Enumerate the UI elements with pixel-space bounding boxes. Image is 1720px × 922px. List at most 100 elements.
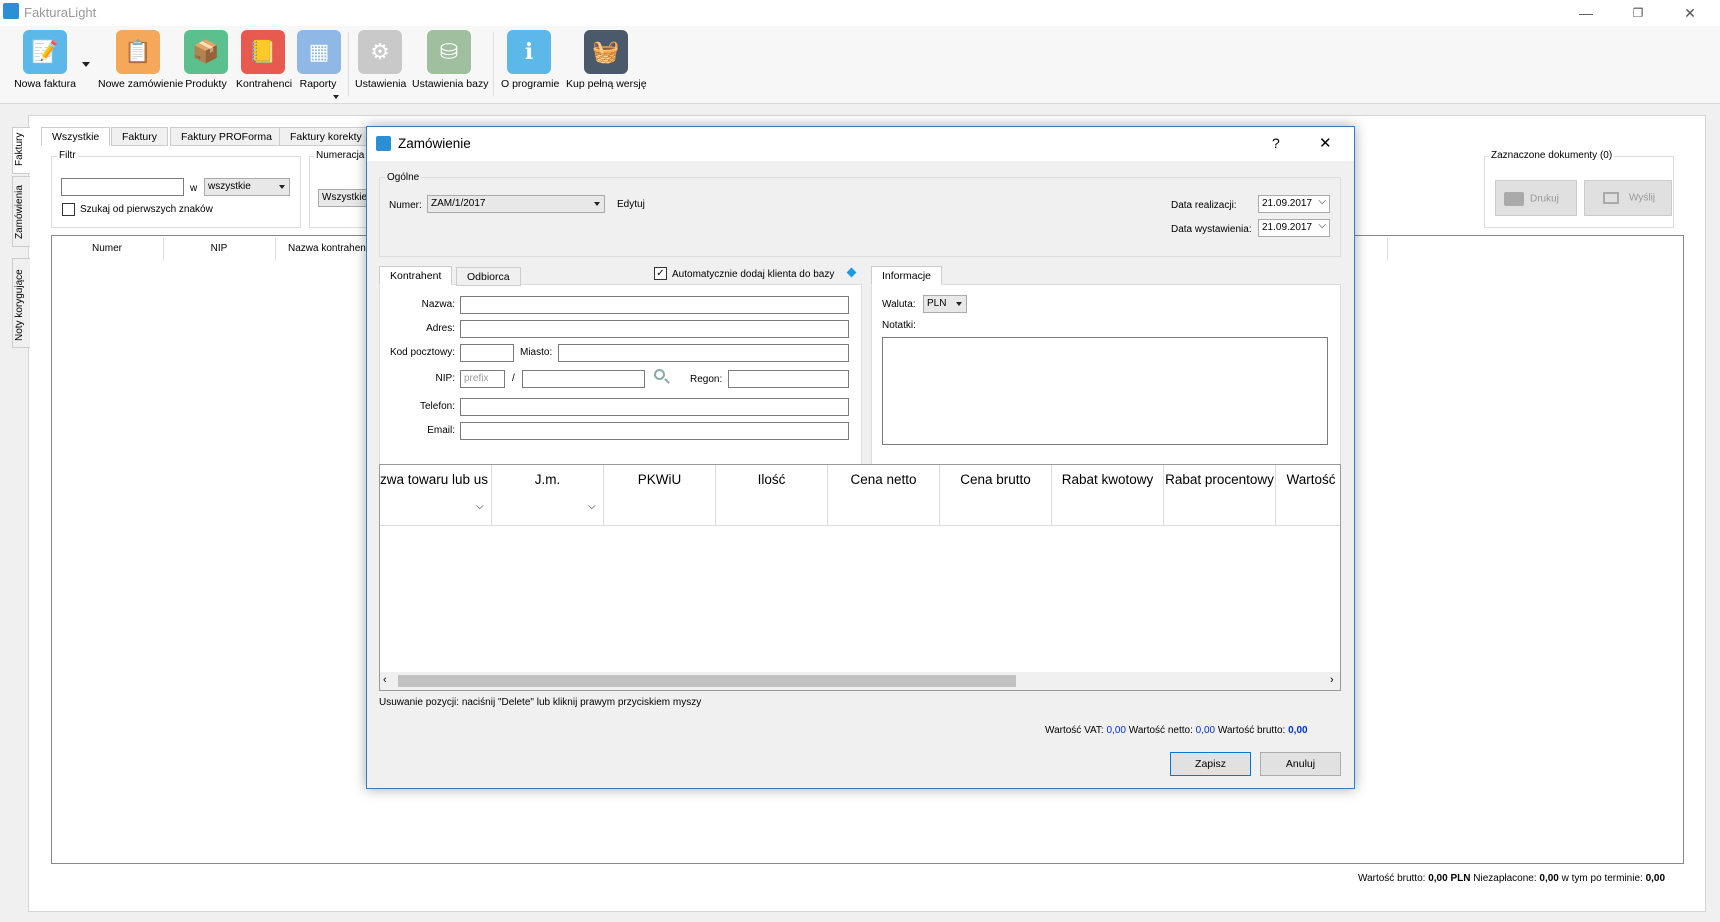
contractors-label: Kontrahenci	[236, 78, 293, 90]
nip-prefix-field[interactable]: prefix	[460, 370, 505, 388]
regon-field[interactable]	[728, 370, 849, 388]
phone-field[interactable]	[460, 398, 849, 416]
title-bar: FakturaLight — ❐ ✕	[0, 0, 1720, 26]
help-button[interactable]: ?	[1272, 135, 1280, 151]
column-header-quantity[interactable]: Ilość	[716, 465, 828, 525]
filter-search-input[interactable]	[61, 178, 184, 196]
prefix-search-label: Szukaj od pierwszych znaków	[80, 204, 213, 215]
db-settings-button[interactable]: ⛁ Ustawienia bazy	[412, 30, 488, 90]
postal-code-field[interactable]	[460, 344, 514, 362]
tab-corrections[interactable]: Faktury korekty	[279, 127, 373, 146]
auto-add-checkbox[interactable]: ✓	[654, 267, 667, 280]
edit-number-link[interactable]: Edytuj	[617, 199, 645, 210]
chevron-down-icon[interactable]: ⌵	[588, 501, 596, 512]
reports-dropdown-icon[interactable]	[333, 95, 339, 99]
column-header-amount-discount[interactable]: Rabat kwotowy	[1052, 465, 1164, 525]
buy-label: Kup pełną wersję	[566, 78, 647, 90]
notes-textarea[interactable]	[882, 337, 1328, 445]
reports-button[interactable]: ▦ Raporty	[297, 30, 341, 90]
side-tab-correction-notes[interactable]: Noty korygujące	[12, 258, 30, 348]
new-invoice-label: Nowa faktura	[14, 78, 76, 90]
column-header-percent-discount[interactable]: Rabat procentowy	[1164, 465, 1276, 525]
postal-code-label: Kod pocztowy:	[389, 347, 455, 358]
products-button[interactable]: 📦 Produkty	[184, 30, 228, 90]
email-field[interactable]	[460, 422, 849, 440]
column-header-value[interactable]: Wartość	[1276, 465, 1340, 525]
general-legend: Ogólne	[385, 172, 422, 183]
buy-button[interactable]: 🧺 Kup pełną wersję	[566, 30, 647, 90]
column-divider	[1387, 238, 1388, 260]
column-header-net-price[interactable]: Cena netto	[828, 465, 940, 525]
dialog-close-button[interactable]: ✕	[1319, 134, 1332, 152]
printer-icon	[1504, 192, 1524, 206]
realization-date-picker[interactable]: 21.09.2017 ⌵	[1258, 195, 1330, 213]
tab-recipient[interactable]: Odbiorca	[456, 267, 521, 286]
tab-information[interactable]: Informacje	[871, 266, 943, 285]
column-header-unit[interactable]: J.m.	[492, 465, 604, 525]
column-header-gross-price[interactable]: Cena brutto	[940, 465, 1052, 525]
side-tab-orders[interactable]: Zamówienia	[12, 176, 30, 247]
column-header-nip[interactable]: NIP	[164, 243, 274, 254]
minimize-button[interactable]: —	[1576, 4, 1596, 22]
auto-add-label: Automatycznie dodaj klienta do bazy	[672, 269, 835, 280]
settings-button[interactable]: ⚙ Ustawienia	[355, 30, 406, 90]
name-field[interactable]	[460, 296, 849, 314]
footer-gross-label: Wartość brutto:	[1358, 873, 1426, 884]
column-header-contractor-name[interactable]: Nazwa kontrahent	[276, 243, 366, 254]
net-value: 0,00	[1195, 725, 1216, 736]
tab-all[interactable]: Wszystkie	[41, 127, 111, 146]
products-label: Produkty	[185, 78, 227, 90]
dialog-title-bar: Zamówienie ? ✕	[367, 127, 1354, 161]
side-tab-invoices[interactable]: Faktury	[12, 127, 30, 174]
save-button[interactable]: Zapisz	[1170, 752, 1251, 776]
currency-select[interactable]: PLN	[923, 295, 967, 313]
prefix-search-checkbox[interactable]	[62, 203, 75, 216]
column-header-number[interactable]: Numer	[52, 243, 162, 254]
close-button[interactable]: ✕	[1680, 4, 1700, 22]
send-button[interactable]: Wyślij	[1584, 180, 1672, 216]
window-title: FakturaLight	[24, 5, 97, 20]
chevron-down-icon	[279, 185, 285, 189]
chevron-down-icon[interactable]: ⌵	[476, 501, 484, 512]
number-select[interactable]: ZAM/1/2017	[427, 195, 605, 213]
tab-contractor[interactable]: Kontrahent	[379, 266, 453, 285]
city-field[interactable]	[558, 344, 849, 362]
footer-unpaid-value: 0,00	[1539, 873, 1559, 884]
new-invoice-button[interactable]: 📝 Nowa faktura	[14, 30, 76, 90]
order-icon: 📋	[116, 30, 160, 74]
chevron-left-icon[interactable]: ‹	[383, 674, 387, 686]
numbering-select[interactable]: Wszystkie	[318, 189, 368, 207]
column-header-item-name[interactable]: zwa towaru lub us	[380, 465, 492, 525]
filter-scope-select[interactable]: wszystkie	[204, 178, 290, 196]
horizontal-scrollbar[interactable]: ‹ ›	[380, 672, 1340, 690]
column-header-pkwiu[interactable]: PKWiU	[604, 465, 716, 525]
scrollbar-thumb[interactable]	[398, 675, 1016, 687]
tab-invoices[interactable]: Faktury	[111, 127, 169, 146]
nip-field[interactable]	[522, 370, 645, 388]
reports-label: Raporty	[299, 78, 337, 90]
database-icon: ⛁	[427, 30, 471, 74]
print-button[interactable]: Drukuj	[1495, 180, 1577, 216]
realization-date-label: Data realizacji:	[1171, 200, 1237, 211]
about-label: O programie	[501, 78, 560, 90]
chevron-down-icon	[956, 302, 962, 306]
gross-value: 0,00	[1288, 725, 1308, 736]
search-icon[interactable]	[654, 369, 665, 380]
items-grid[interactable]: zwa towaru lub us ⌵ J.m. ⌵ PKWiU Ilość C…	[379, 464, 1341, 691]
cancel-button[interactable]: Anuluj	[1260, 752, 1341, 776]
about-button[interactable]: i O programie	[501, 30, 560, 90]
contractors-button[interactable]: 📒 Kontrahenci	[236, 30, 293, 90]
diamond-icon	[846, 267, 857, 278]
issue-date-picker[interactable]: 21.09.2017 ⌵	[1258, 219, 1330, 237]
address-field[interactable]	[460, 320, 849, 338]
new-invoice-dropdown-icon[interactable]	[82, 62, 90, 67]
new-order-button[interactable]: 📋 Nowe zamówienie	[98, 30, 183, 90]
phone-label: Telefon:	[419, 401, 455, 412]
ribbon-separator	[348, 32, 349, 96]
contractors-icon: 📒	[241, 30, 285, 74]
restore-button[interactable]: ❐	[1628, 4, 1648, 22]
email-label: Email:	[427, 425, 455, 436]
chevron-down-icon: ⌵	[1318, 196, 1326, 207]
tab-proforma[interactable]: Faktury PROForma	[170, 127, 284, 146]
chevron-right-icon[interactable]: ›	[1330, 674, 1334, 686]
